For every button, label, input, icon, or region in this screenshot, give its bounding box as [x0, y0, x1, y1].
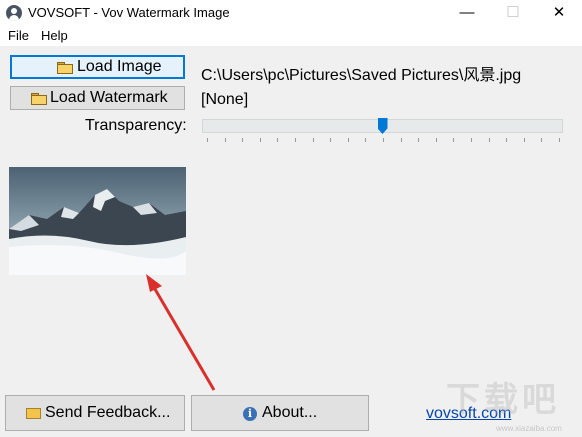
- load-watermark-button[interactable]: Load Watermark: [10, 86, 185, 110]
- menu-file[interactable]: File: [8, 28, 29, 43]
- load-image-label: Load Image: [77, 58, 162, 75]
- annotation-arrow: [146, 274, 216, 391]
- slider-tick: [523, 138, 525, 142]
- load-watermark-label: Load Watermark: [50, 89, 168, 106]
- slider-tick: [400, 138, 402, 142]
- slider-tick: [418, 138, 420, 142]
- slider-tick: [242, 138, 244, 142]
- slider-tick: [506, 138, 508, 142]
- slider-tick: [277, 138, 279, 142]
- envelope-icon: [26, 408, 41, 419]
- maximize-button: ☐: [506, 4, 520, 21]
- slider-tick: [435, 138, 437, 142]
- slider-tick: [312, 138, 314, 142]
- watermark-path-text: [None]: [201, 91, 249, 108]
- about-button[interactable]: i About...: [191, 395, 369, 431]
- info-icon: i: [243, 407, 257, 421]
- image-preview: [9, 167, 186, 275]
- send-feedback-label: Send Feedback...: [45, 404, 171, 421]
- slider-tick: [259, 138, 261, 142]
- window-title: VOVSOFT - Vov Watermark Image: [28, 5, 230, 20]
- slider-tick: [559, 138, 560, 142]
- slider-tick: [224, 138, 226, 142]
- app-user-icon[interactable]: [6, 5, 22, 21]
- slider-tick: [347, 138, 349, 142]
- close-button[interactable]: ✕: [536, 0, 582, 26]
- slider-tick: [295, 138, 296, 142]
- menu-help[interactable]: Help: [41, 28, 68, 43]
- slider-tick: [383, 138, 384, 142]
- folder-icon: [57, 62, 73, 74]
- slider-tick: [330, 138, 332, 142]
- menu-bar: File Help: [0, 26, 582, 46]
- slider-tick: [541, 138, 543, 142]
- minimize-button[interactable]: —: [444, 0, 490, 26]
- image-path-text: C:\Users\pc\Pictures\Saved Pictures\风景.j…: [201, 67, 522, 84]
- load-image-button[interactable]: Load Image: [10, 55, 185, 79]
- about-label: About...: [262, 404, 318, 421]
- site-watermark: 下载吧: [446, 381, 560, 419]
- slider-tick: [471, 138, 472, 142]
- slider-tick: [488, 138, 490, 142]
- title-bar: VOVSOFT - Vov Watermark Image — ☐ ✕: [0, 0, 582, 26]
- send-feedback-button[interactable]: Send Feedback...: [5, 395, 185, 431]
- transparency-label: Transparency:: [85, 117, 187, 134]
- slider-tick: [365, 138, 367, 142]
- site-watermark-url: www.xiazaiba.com: [496, 424, 562, 433]
- slider-tick: [207, 138, 208, 142]
- folder-icon: [31, 93, 47, 105]
- slider-tick: [453, 138, 455, 142]
